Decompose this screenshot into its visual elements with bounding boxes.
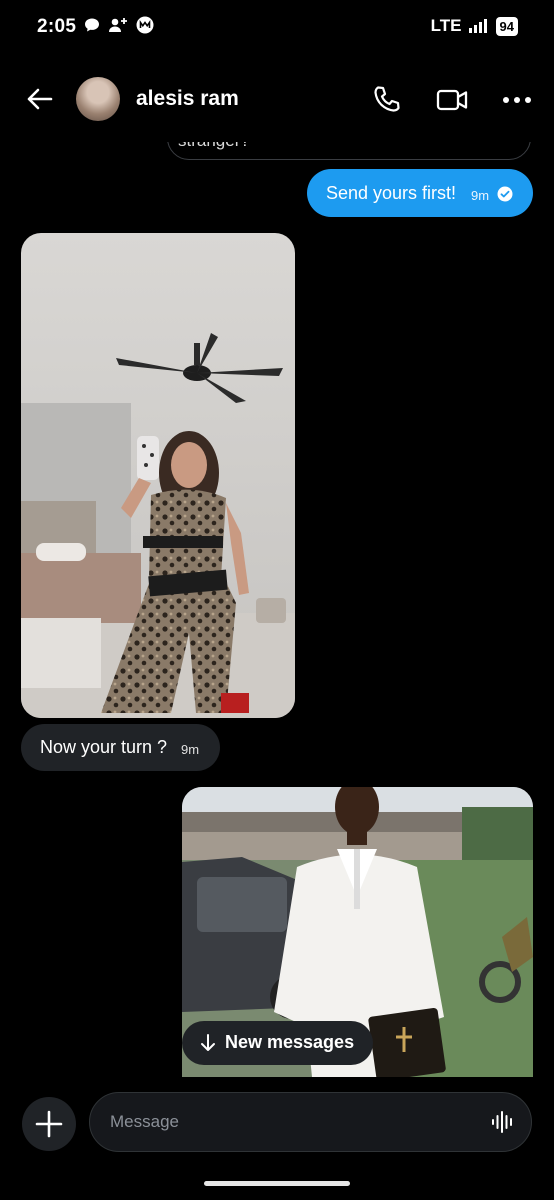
battery-level: 94 xyxy=(495,16,518,36)
voice-message-icon[interactable] xyxy=(491,1111,515,1133)
contact-name[interactable]: alesis ram xyxy=(136,87,239,111)
status-time: 2:05 xyxy=(37,16,77,37)
video-icon[interactable] xyxy=(436,86,468,114)
received-photo[interactable] xyxy=(21,233,295,718)
message-time: 9m xyxy=(471,188,490,203)
phone-icon[interactable] xyxy=(372,84,402,114)
back-arrow-icon[interactable] xyxy=(24,84,54,114)
arrow-down-icon xyxy=(201,1034,215,1051)
photo-selfie-image xyxy=(21,233,295,718)
more-icon[interactable] xyxy=(502,86,532,114)
message-input[interactable] xyxy=(110,1093,480,1151)
message-bubble-received[interactable]: Now your turn ? 9m xyxy=(21,724,220,771)
new-messages-label: New messages xyxy=(225,1032,355,1052)
conversation-header: alesis ram xyxy=(0,60,554,140)
add-person-icon xyxy=(109,18,127,32)
read-check-icon xyxy=(497,186,513,202)
avatar[interactable] xyxy=(76,77,120,121)
add-attachment-button[interactable] xyxy=(22,1097,76,1151)
chat-bubble-icon xyxy=(85,18,99,32)
moments-icon xyxy=(136,16,154,34)
new-messages-button[interactable]: New messages xyxy=(182,1021,373,1065)
network-label: LTE xyxy=(430,16,462,35)
home-indicator xyxy=(204,1181,350,1186)
status-bar: 2:05 LTE 94 xyxy=(0,0,554,56)
message-input-container xyxy=(89,1092,532,1152)
message-text: Now your turn ? xyxy=(40,737,168,757)
message-bubble-sent[interactable]: Send yours first! 9m xyxy=(307,169,533,217)
message-text: Send yours first! xyxy=(326,183,457,203)
signal-icon xyxy=(468,19,487,33)
plus-icon xyxy=(35,1110,63,1138)
message-time: 9m xyxy=(181,742,200,757)
